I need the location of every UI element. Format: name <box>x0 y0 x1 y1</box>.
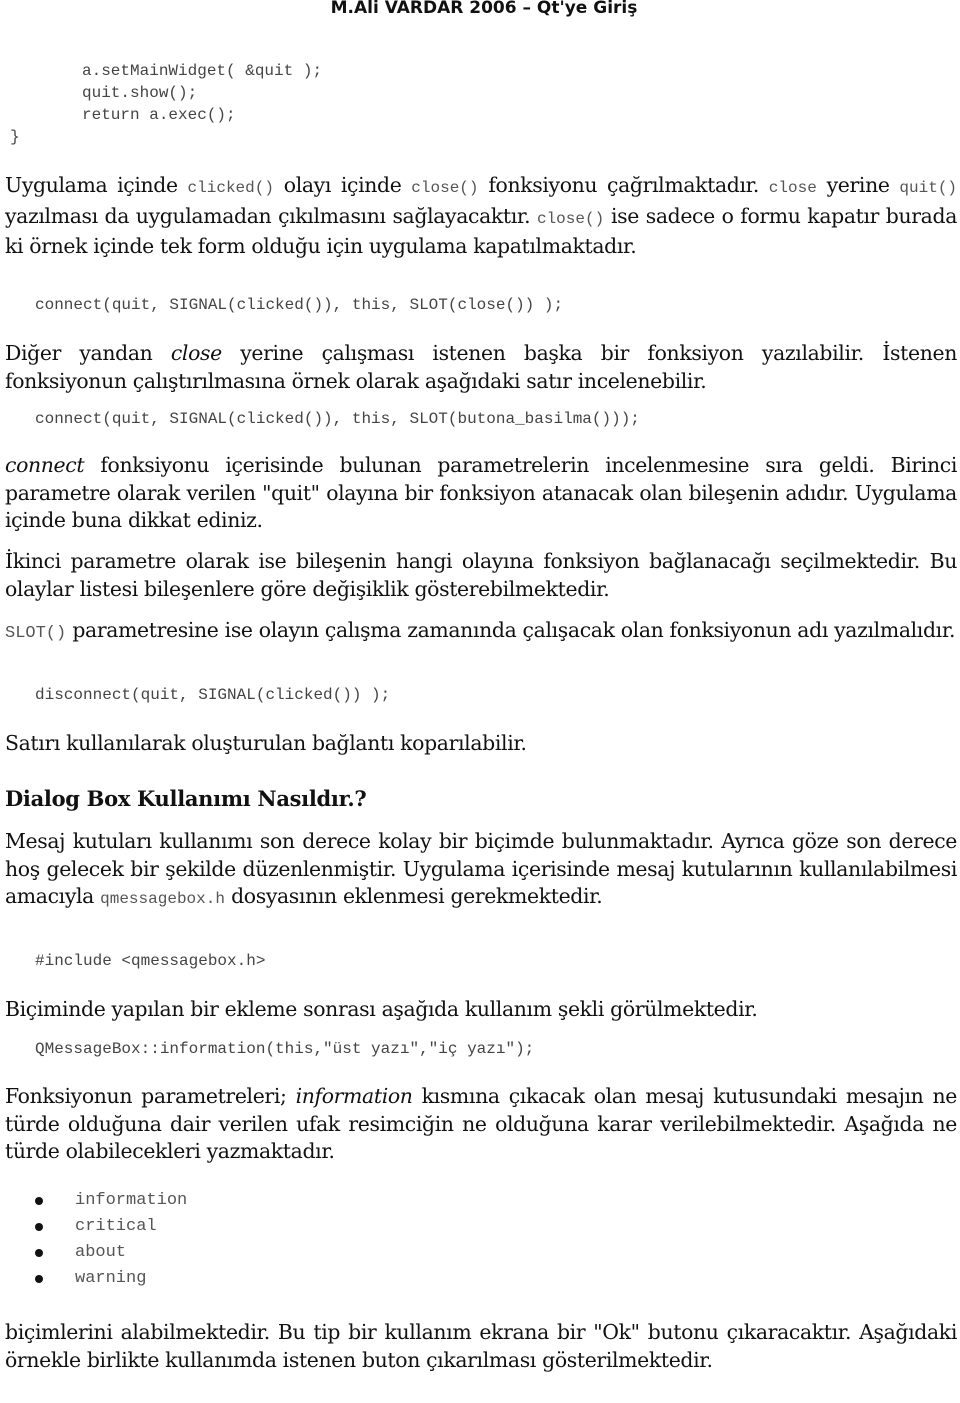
text: Diğer yandan <box>5 341 171 365</box>
text: fonksiyonu çağrılmaktadır. <box>478 173 769 197</box>
text: dosyasının eklenmesi gerekmektedir. <box>224 884 603 908</box>
text: Uygulama içinde <box>5 173 188 197</box>
paragraph-usage-intro: Biçiminde yapılan bir ekleme sonrası aşa… <box>5 997 758 1021</box>
inline-code: close() <box>536 209 605 228</box>
code-disconnect: disconnect(quit, SIGNAL(clicked()) ); <box>35 686 391 704</box>
inline-code: qmessagebox.h <box>100 890 225 908</box>
inline-code: close <box>768 179 817 197</box>
paragraph-function-params: Fonksiyonun parametreleri; information k… <box>5 1083 957 1166</box>
code-connect-close: connect(quit, SIGNAL(clicked()), this, S… <box>35 296 564 314</box>
bullet-icon <box>35 1249 43 1257</box>
code-connect-butona-basilma: connect(quit, SIGNAL(clicked()), this, S… <box>35 410 640 428</box>
paragraph-other-function: Diğer yandan close yerine çalışması iste… <box>5 340 957 395</box>
inline-code: close() <box>411 179 479 197</box>
text: fonksiyonu içerisinde bulunan parametrel… <box>5 453 957 532</box>
code-include: #include <qmessagebox.h> <box>35 952 266 970</box>
paragraph-connect-params: connect fonksiyonu içerisinde bulunan pa… <box>5 452 957 535</box>
bullet-icon <box>35 1223 43 1231</box>
paragraph-disconnect-note: Satırı kullanılarak oluşturulan bağlantı… <box>5 731 527 755</box>
list-item-text: critical <box>75 1217 157 1236</box>
text: yerine <box>816 173 900 197</box>
emphasis: information <box>295 1084 413 1108</box>
list-item-text: about <box>75 1243 127 1262</box>
code-line-setmainwidget: a.setMainWidget( &quit ); <box>82 62 323 80</box>
emphasis: connect <box>5 453 85 477</box>
list-item-text: information <box>75 1191 188 1210</box>
page-header: M.Ali VARDAR 2006 – Qt'ye Giriş <box>330 0 638 18</box>
text: Fonksiyonun parametreleri; <box>5 1084 296 1108</box>
paragraph-second-param: İkinci parametre olarak ise bileşenin ha… <box>5 549 957 601</box>
emphasis: close <box>170 341 222 365</box>
text: olayı içinde <box>273 173 412 197</box>
inline-code: quit() <box>899 179 958 197</box>
paragraph-close-vs-quit: Uygulama içinde clicked() olayı içinde c… <box>5 172 957 261</box>
inline-code: SLOT() <box>5 624 67 643</box>
section-heading-dialog-box: Dialog Box Kullanımı Nasıldır.? <box>5 786 367 811</box>
code-line-show: quit.show(); <box>82 84 198 102</box>
code-line-return: return a.exec(); <box>82 106 236 124</box>
paragraph-message-boxes: Mesaj kutuları kullanımı son derece kola… <box>5 828 957 914</box>
text: yazılması da uygulamadan çıkılmasını sağ… <box>5 203 537 228</box>
paragraph-ok-button: biçimlerini alabilmektedir. Bu tip bir k… <box>5 1320 957 1372</box>
code-qmessagebox-information: QMessageBox::information(this,"üst yazı"… <box>35 1040 535 1058</box>
paragraph-slot-param: SLOT() parametresine ise olayın çalışma … <box>5 617 957 648</box>
list-item-text: warning <box>75 1269 147 1288</box>
inline-code: clicked() <box>187 179 274 197</box>
bullet-icon <box>35 1197 43 1205</box>
bullet-icon <box>35 1275 43 1283</box>
text: parametresine ise olayın çalışma zamanın… <box>66 618 956 642</box>
code-line-closing-brace: } <box>10 128 20 146</box>
